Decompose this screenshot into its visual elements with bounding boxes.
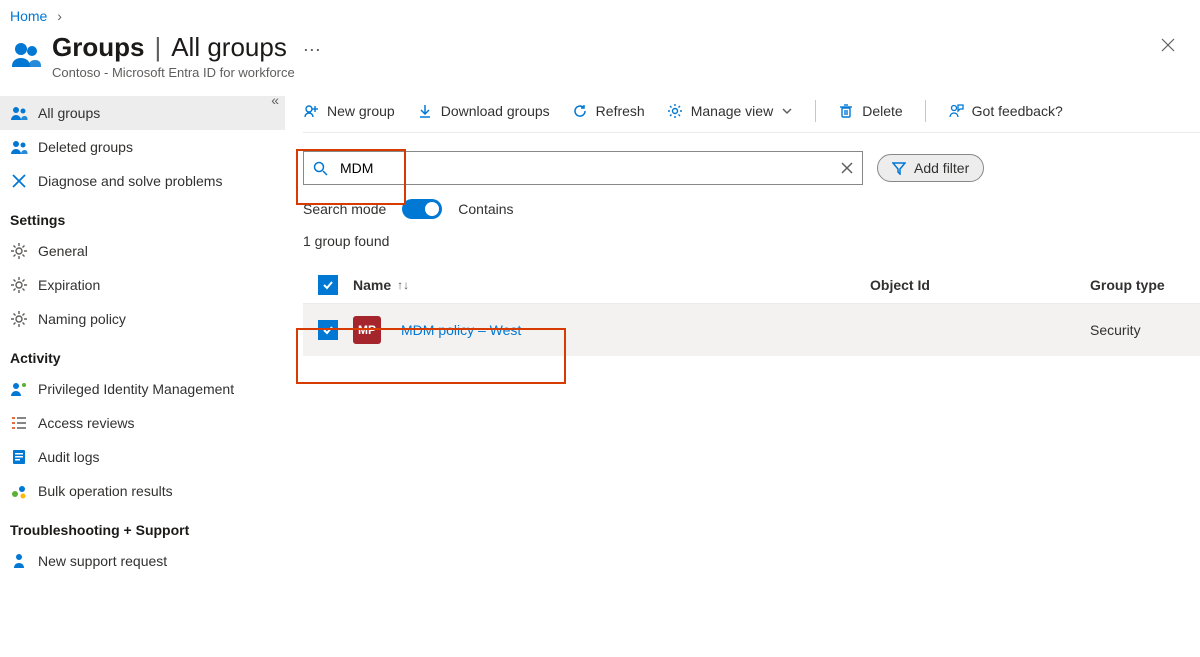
column-header-object-id[interactable]: Object Id <box>870 277 1090 293</box>
manage-view-button[interactable]: Manage view <box>667 103 794 119</box>
sort-icon: ↑↓ <box>397 278 409 292</box>
groups-icon <box>10 138 28 156</box>
delete-button[interactable]: Delete <box>838 103 902 119</box>
page-header: Groups | All groups ⋯ Contoso - Microsof… <box>0 28 1200 92</box>
command-bar: New group Download groups Refresh <box>303 92 1200 133</box>
log-icon <box>10 448 28 466</box>
sidebar-item-expiration[interactable]: Expiration <box>0 268 285 302</box>
sidebar-heading-support: Troubleshooting + Support <box>0 508 285 544</box>
new-group-button[interactable]: New group <box>303 103 395 119</box>
groups-icon <box>10 38 42 70</box>
search-box[interactable] <box>303 151 863 185</box>
clear-search-icon[interactable] <box>840 161 854 175</box>
sidebar-item-pim[interactable]: Privileged Identity Management <box>0 372 285 406</box>
download-groups-button[interactable]: Download groups <box>417 103 550 119</box>
download-icon <box>417 103 433 119</box>
refresh-button[interactable]: Refresh <box>572 103 645 119</box>
sidebar-item-access-reviews[interactable]: Access reviews <box>0 406 285 440</box>
sidebar-item-deleted-groups[interactable]: Deleted groups <box>0 130 285 164</box>
separator <box>925 100 926 122</box>
bulk-icon <box>10 482 28 500</box>
diagnose-icon <box>10 172 28 190</box>
sidebar-item-label: Audit logs <box>38 449 99 465</box>
trash-icon <box>838 103 854 119</box>
collapse-sidebar-icon[interactable]: « <box>271 92 279 108</box>
table-header: Name ↑↓ Object Id Group type <box>303 275 1200 304</box>
sidebar-item-label: All groups <box>38 105 100 121</box>
search-mode-toggle[interactable] <box>402 199 442 219</box>
column-header-group-type[interactable]: Group type <box>1090 277 1200 293</box>
gear-icon <box>10 242 28 260</box>
sidebar-item-label: New support request <box>38 553 167 569</box>
sidebar: « All groups Deleted groups Diagnose and… <box>0 92 285 578</box>
support-icon <box>10 552 28 570</box>
page-subtitle: Contoso - Microsoft Entra ID for workfor… <box>52 65 1190 80</box>
chevron-right-icon: › <box>51 8 68 24</box>
feedback-button[interactable]: Got feedback? <box>948 103 1063 119</box>
search-input[interactable] <box>338 159 830 177</box>
row-checkbox[interactable] <box>318 320 338 340</box>
sidebar-item-bulk-results[interactable]: Bulk operation results <box>0 474 285 508</box>
sidebar-item-audit-logs[interactable]: Audit logs <box>0 440 285 474</box>
sidebar-item-all-groups[interactable]: All groups <box>0 96 285 130</box>
sidebar-heading-activity: Activity <box>0 336 285 372</box>
sidebar-item-label: Naming policy <box>38 311 126 327</box>
sidebar-item-label: Diagnose and solve problems <box>38 173 222 189</box>
gear-icon <box>667 103 683 119</box>
identity-icon <box>10 380 28 398</box>
search-mode-value: Contains <box>458 201 513 217</box>
refresh-icon <box>572 103 588 119</box>
sidebar-item-label: Expiration <box>38 277 100 293</box>
add-filter-button[interactable]: Add filter <box>877 154 984 182</box>
list-check-icon <box>10 414 28 432</box>
search-mode-label: Search mode <box>303 201 386 217</box>
separator <box>815 100 816 122</box>
sidebar-item-diagnose[interactable]: Diagnose and solve problems <box>0 164 285 198</box>
sidebar-heading-settings: Settings <box>0 198 285 234</box>
table-row[interactable]: MP MDM policy – West Security <box>303 304 1200 356</box>
sidebar-item-naming-policy[interactable]: Naming policy <box>0 302 285 336</box>
group-name-link[interactable]: MDM policy – West <box>401 322 521 338</box>
row-group-type: Security <box>1090 322 1200 338</box>
search-icon <box>312 160 328 176</box>
close-button[interactable] <box>1154 36 1182 54</box>
sidebar-item-general[interactable]: General <box>0 234 285 268</box>
chevron-down-icon <box>781 105 793 117</box>
sidebar-item-label: Privileged Identity Management <box>38 381 234 397</box>
column-header-name[interactable]: Name ↑↓ <box>353 277 870 293</box>
sidebar-item-label: Access reviews <box>38 415 134 431</box>
sidebar-item-label: General <box>38 243 88 259</box>
result-count: 1 group found <box>303 233 1200 249</box>
person-feedback-icon <box>948 103 964 119</box>
gear-icon <box>10 276 28 294</box>
more-menu[interactable]: ⋯ <box>303 40 321 61</box>
sidebar-item-label: Deleted groups <box>38 139 133 155</box>
add-group-icon <box>303 103 319 119</box>
group-avatar: MP <box>353 316 381 344</box>
page-title: Groups | All groups ⋯ <box>52 32 1190 63</box>
groups-icon <box>10 104 28 122</box>
select-all-checkbox[interactable] <box>318 275 338 295</box>
sidebar-item-label: Bulk operation results <box>38 483 173 499</box>
gear-icon <box>10 310 28 328</box>
sidebar-item-new-support[interactable]: New support request <box>0 544 285 578</box>
main-content: New group Download groups Refresh <box>285 92 1200 356</box>
breadcrumb: Home › <box>0 0 1200 28</box>
breadcrumb-home[interactable]: Home <box>10 8 47 24</box>
